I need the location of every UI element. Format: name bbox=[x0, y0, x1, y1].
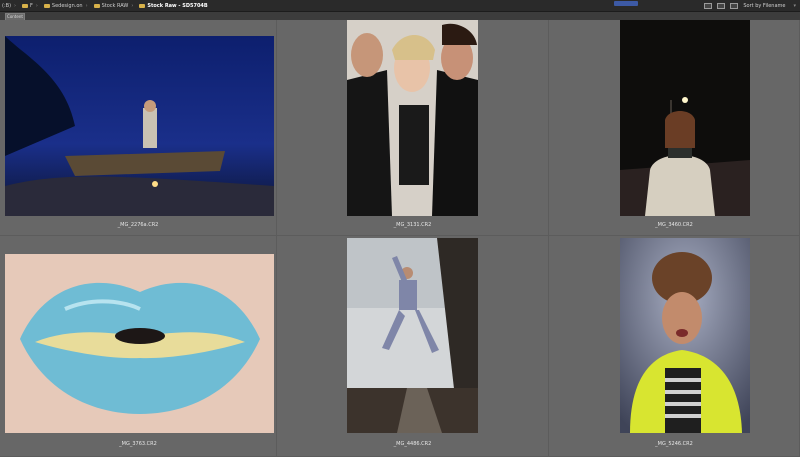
thumbnail-filename: _MG_3763.CR2 bbox=[119, 441, 157, 447]
star-filter-icon[interactable] bbox=[730, 3, 739, 9]
folder-icon bbox=[22, 3, 29, 8]
content-grid: _MG_2276a.CR2 _MG_3131.CR2 _MG_3460.CR2 … bbox=[0, 20, 800, 457]
breadcrumb-item-f[interactable]: F › bbox=[22, 3, 38, 9]
blue-lips-closeup-icon[interactable] bbox=[5, 254, 274, 433]
breadcrumb-label: Stock RAW bbox=[101, 2, 129, 9]
breadcrumb-item-drive[interactable]: (:B) › bbox=[2, 3, 16, 9]
thumbnail-cell[interactable]: _MG_2276a.CR2 bbox=[0, 20, 277, 236]
thumbnail-filename: _MG_3460.CR2 bbox=[655, 222, 693, 228]
breadcrumb-item-sedesign[interactable]: Sedesign.on › bbox=[43, 2, 88, 9]
night-lake-portrait-icon[interactable] bbox=[5, 36, 274, 216]
yellow-jacket-portrait-icon[interactable] bbox=[620, 238, 750, 433]
thumbnail-filename: _MG_4486.CR2 bbox=[393, 441, 432, 447]
chevron-right-icon: › bbox=[85, 2, 88, 9]
folder-icon bbox=[43, 3, 50, 8]
fashion-trio-portrait-icon[interactable] bbox=[347, 20, 478, 216]
list-view-icon[interactable] bbox=[717, 3, 726, 9]
breadcrumb-item-stock-raw[interactable]: Stock RAW › bbox=[93, 2, 134, 9]
breadcrumb-label: Sedesign.on bbox=[51, 2, 83, 9]
chevron-down-icon[interactable]: ▾ bbox=[793, 3, 796, 9]
folder-icon bbox=[93, 3, 100, 8]
folder-icon bbox=[139, 3, 146, 8]
breadcrumb-label: Stock Raw - SD5704B bbox=[147, 2, 208, 9]
path-bar: (:B) › F › Sedesign.on › Stock RAW › Sto… bbox=[0, 0, 800, 12]
sort-dropdown[interactable]: Sort by Filename bbox=[743, 3, 785, 9]
thumbnail-cell[interactable]: _MG_3460.CR2 bbox=[549, 20, 800, 236]
thumbnail-cell[interactable]: _MG_4486.CR2 bbox=[277, 236, 549, 457]
view-tools: Sort by Filename ▾ bbox=[614, 1, 796, 11]
chevron-right-icon: › bbox=[131, 2, 134, 9]
breadcrumb-item-current[interactable]: Stock Raw - SD5704B bbox=[139, 2, 208, 9]
chevron-right-icon: › bbox=[35, 2, 38, 9]
chevron-right-icon: › bbox=[14, 2, 17, 9]
breadcrumb-label: F bbox=[30, 2, 33, 9]
grid-view-icon[interactable] bbox=[704, 3, 713, 9]
panel-tabstrip: Content bbox=[0, 12, 800, 20]
thumbnail-cell[interactable]: _MG_5246.CR2 bbox=[549, 236, 800, 457]
thumbnail-cell[interactable]: _MG_3131.CR2 bbox=[277, 20, 549, 236]
thumbnail-filename: _MG_3131.CR2 bbox=[393, 222, 432, 228]
breadcrumb-label: (:B) bbox=[2, 2, 12, 9]
thumbnail-cell[interactable]: _MG_3763.CR2 bbox=[0, 236, 277, 457]
highlight-indicator bbox=[614, 1, 639, 6]
thumbnail-filename: _MG_5246.CR2 bbox=[655, 441, 693, 447]
tab-content[interactable]: Content bbox=[5, 13, 25, 20]
thumbnail-filename: _MG_2276a.CR2 bbox=[117, 222, 159, 228]
bridge-pose-portrait-icon[interactable] bbox=[347, 238, 478, 433]
night-street-portrait-icon[interactable] bbox=[620, 20, 750, 216]
